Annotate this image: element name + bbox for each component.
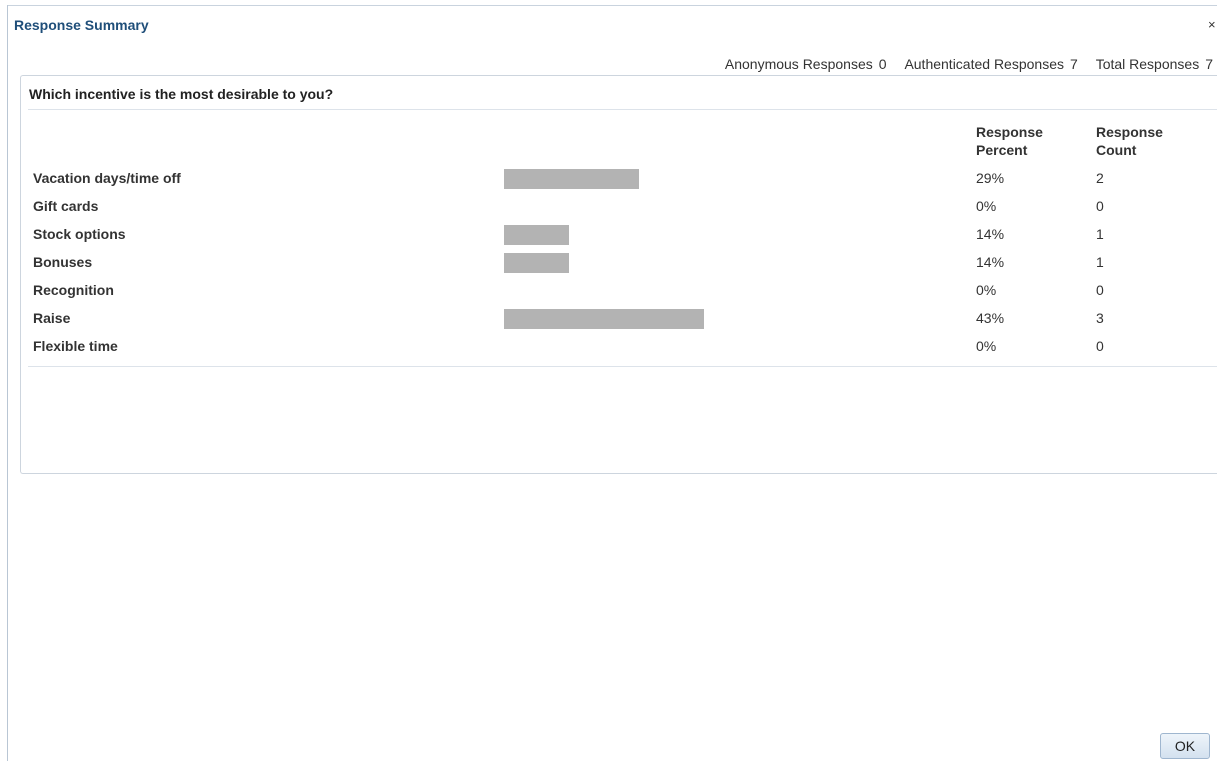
close-icon[interactable]: ×: [1208, 17, 1217, 33]
response-bar: [504, 253, 569, 273]
option-label: Flexible time: [33, 338, 118, 354]
response-percent: 0%: [976, 282, 997, 298]
stat-value: 0: [878, 56, 887, 72]
response-count: 3: [1096, 310, 1104, 326]
question-panel: Which incentive is the most desirable to…: [20, 75, 1217, 474]
response-count: 2: [1096, 170, 1104, 186]
dialog-top-border: [7, 5, 1217, 6]
bar-track: [504, 169, 968, 189]
stat-value: 7: [1070, 56, 1078, 72]
result-row: Flexible time 0% 0: [21, 334, 1217, 362]
bar-track: [504, 225, 968, 245]
response-percent: 0%: [976, 198, 997, 214]
result-row: Raise 43% 3: [21, 306, 1217, 334]
result-row: Vacation days/time off 29% 2: [21, 166, 1217, 194]
bar-track: [504, 309, 968, 329]
stat-label: Authenticated Responses: [904, 56, 1064, 72]
response-stats: Anonymous Responses 0 Authenticated Respo…: [711, 56, 1213, 72]
response-count: 0: [1096, 338, 1104, 354]
response-percent-header-label: Response Percent: [976, 124, 1043, 158]
response-count: 0: [1096, 282, 1104, 298]
divider: [28, 366, 1217, 367]
response-count: 0: [1096, 198, 1104, 214]
response-percent: 0%: [976, 338, 997, 354]
response-count-header: Response Count: [1096, 123, 1163, 159]
bar-track: [504, 337, 968, 357]
response-percent: 14%: [976, 226, 1005, 242]
response-percent-header: Response Percent: [976, 123, 1043, 159]
divider: [28, 109, 1217, 110]
stat-total: Total Responses 7: [1096, 56, 1213, 72]
ok-button[interactable]: OK: [1160, 733, 1210, 759]
stat-authenticated: Authenticated Responses 7: [904, 56, 1077, 72]
result-row: Bonuses 14% 1: [21, 250, 1217, 278]
result-row: Gift cards 0% 0: [21, 194, 1217, 222]
response-bar: [504, 309, 704, 329]
option-label: Gift cards: [33, 198, 99, 214]
response-percent: 29%: [976, 170, 1005, 186]
question-text: Which incentive is the most desirable to…: [29, 86, 334, 102]
option-label: Vacation days/time off: [33, 170, 181, 186]
stat-value: 7: [1205, 56, 1213, 72]
response-count: 1: [1096, 226, 1104, 242]
response-bar: [504, 225, 569, 245]
option-label: Raise: [33, 310, 71, 326]
bar-track: [504, 253, 968, 273]
stat-label: Anonymous Responses: [724, 56, 873, 72]
results-table: Vacation days/time off 29% 2 Gift cards 0% 0 S…: [21, 166, 1217, 362]
option-label: Bonuses: [33, 254, 93, 270]
option-label: Recognition: [33, 282, 114, 298]
response-summary-dialog: Response Summary × Anonymous Responses 0 …: [0, 0, 1217, 761]
response-percent: 14%: [976, 254, 1005, 270]
stat-anonymous: Anonymous Responses 0: [725, 56, 887, 72]
response-percent: 43%: [976, 310, 1005, 326]
option-label: Stock options: [33, 226, 126, 242]
bar-track: [504, 197, 968, 217]
response-count-header-label: Response Count: [1096, 124, 1163, 158]
response-bar: [504, 169, 639, 189]
bar-track: [504, 281, 968, 301]
stat-label: Total Responses: [1095, 56, 1200, 72]
dialog-title: Response Summary: [14, 17, 149, 33]
dialog-left-border: [7, 5, 8, 761]
result-row: Stock options 14% 1: [21, 222, 1217, 250]
result-row: Recognition 0% 0: [21, 278, 1217, 306]
response-count: 1: [1096, 254, 1104, 270]
